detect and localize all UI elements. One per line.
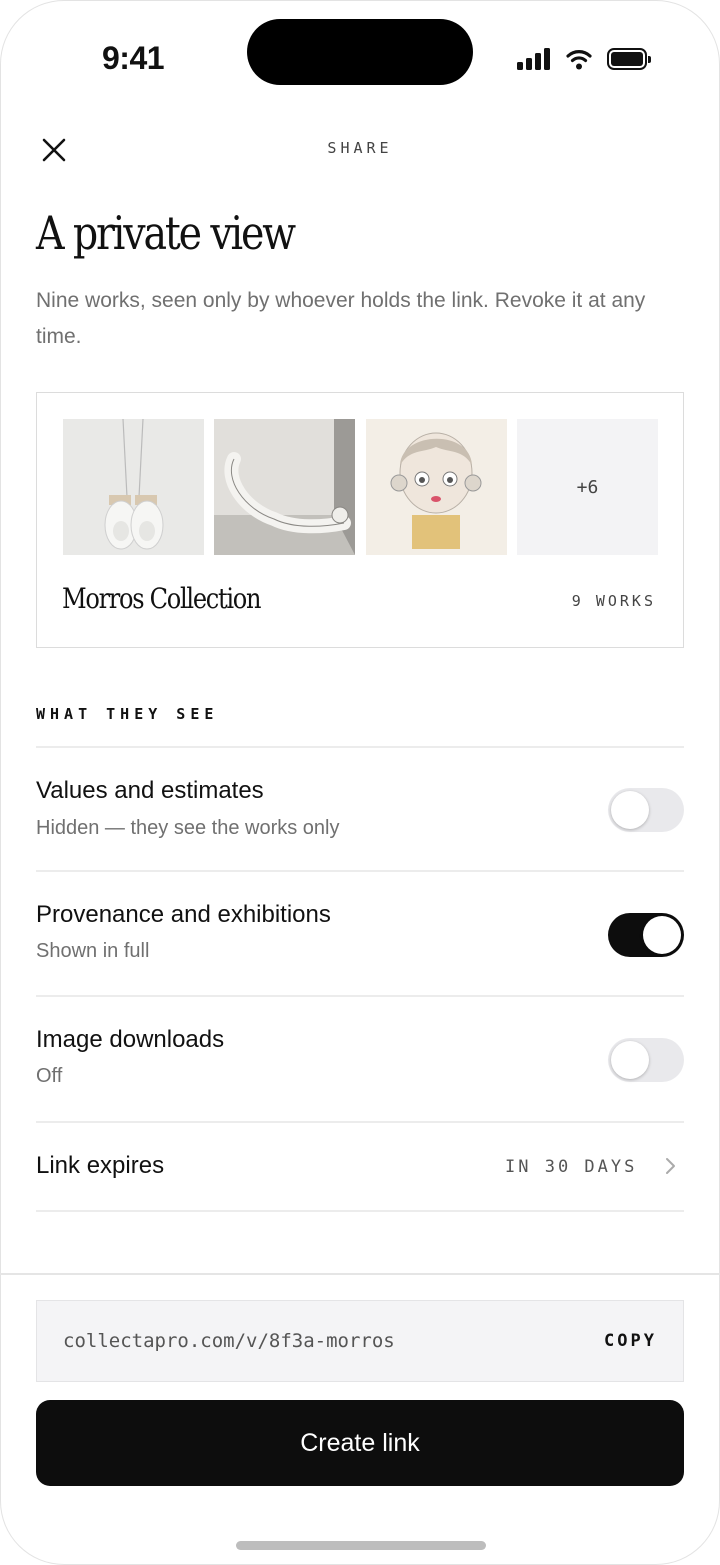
divider: [36, 995, 684, 997]
image-downloads-toggle[interactable]: [608, 1038, 684, 1082]
toggle-knob: [611, 791, 649, 829]
artwork-thumbnail-boxing-gloves: [63, 419, 204, 555]
provenance-exhibitions-toggle[interactable]: [608, 913, 684, 957]
toggle-knob: [611, 1041, 649, 1079]
share-link-url[interactable]: collectapro.com/v/8f3a-morros: [63, 1330, 395, 1352]
image-downloads-title: Image downloads: [36, 1026, 225, 1053]
image-downloads-subtitle: Off: [36, 1065, 63, 1087]
status-time: 9:41: [102, 40, 165, 76]
values-estimates-title: Values and estimates: [36, 777, 264, 804]
section-label: WHAT THEY SEE: [36, 705, 219, 723]
wifi-icon: [566, 47, 592, 71]
share-link-field[interactable]: collectapro.com/v/8f3a-morros COPY: [36, 1300, 684, 1382]
divider: [36, 1121, 684, 1123]
footer-divider: [0, 1273, 720, 1275]
dynamic-island: [247, 19, 473, 85]
provenance-exhibitions-title: Provenance and exhibitions: [36, 901, 331, 928]
home-indicator: [236, 1541, 486, 1550]
artwork-thumbnail-child-portrait: [366, 419, 507, 555]
signal-bars-icon: [517, 48, 551, 70]
divider: [36, 1210, 684, 1212]
values-estimates-toggle[interactable]: [608, 788, 684, 832]
divider: [36, 870, 684, 872]
provenance-exhibitions-subtitle: Shown in full: [36, 940, 150, 962]
values-estimates-subtitle: Hidden — they see the works only: [36, 817, 340, 839]
collection-name: Morros Collection: [62, 582, 261, 615]
link-expires-value: IN 30 DAYS: [505, 1157, 638, 1177]
link-expires-title: Link expires: [36, 1152, 165, 1179]
page-title: A private view: [36, 206, 296, 260]
screen-label: SHARE: [327, 139, 393, 157]
artwork-thumbnail-reclining-figure: [214, 419, 355, 555]
collection-count: 9 WORKS: [571, 592, 656, 610]
battery-icon: [607, 48, 651, 70]
page-subtitle: Nine works, seen only by whoever holds t…: [36, 289, 646, 348]
phone-screen: 9:41 SHARE A private view Nine works, se…: [0, 0, 720, 1565]
chevron-right-icon: [663, 1157, 677, 1175]
toggle-knob: [643, 916, 681, 954]
copy-button[interactable]: COPY: [604, 1331, 657, 1351]
create-link-button[interactable]: Create link: [36, 1400, 684, 1486]
divider: [36, 746, 684, 748]
more-works-tile[interactable]: +6: [517, 419, 658, 555]
